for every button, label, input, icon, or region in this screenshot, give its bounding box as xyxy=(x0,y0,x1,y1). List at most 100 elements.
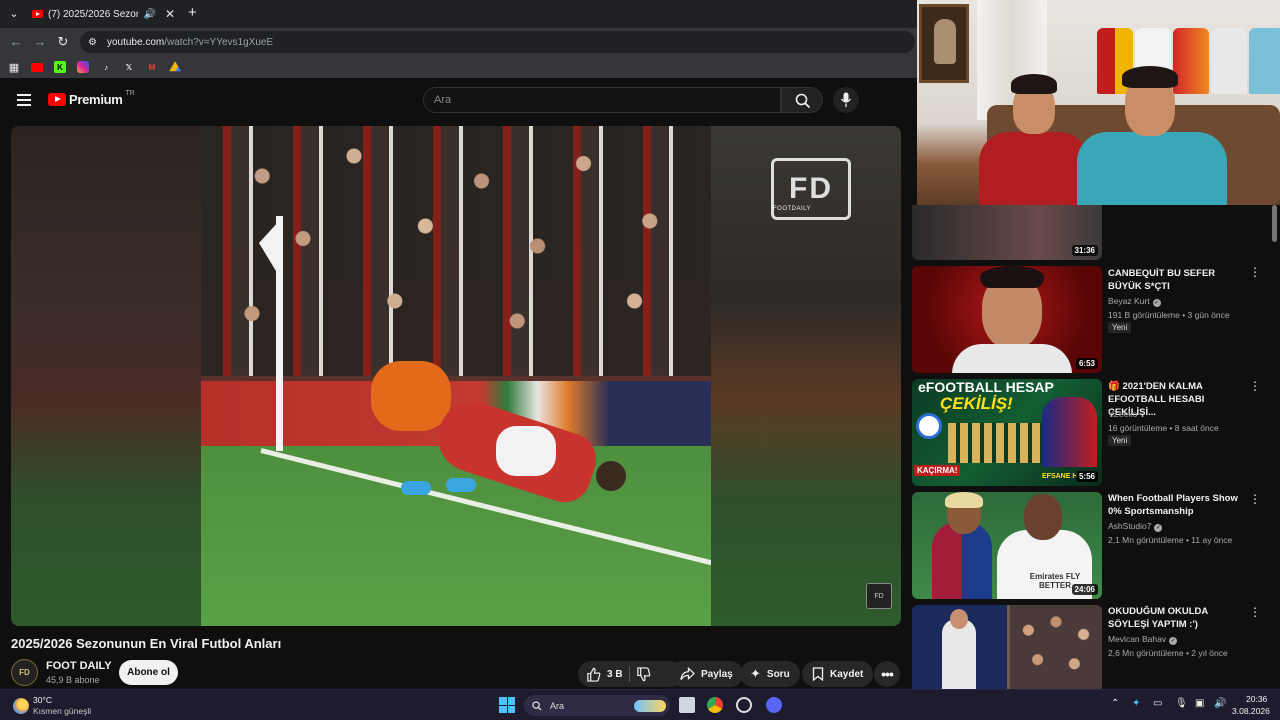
tray-overflow-icon[interactable]: ⌃ xyxy=(1111,698,1119,709)
recommendation-thumbnail[interactable] xyxy=(912,605,1102,689)
back-arrow-icon[interactable]: ← xyxy=(8,34,24,50)
search-input[interactable]: Ara xyxy=(423,87,781,113)
new-tab-button[interactable]: + xyxy=(188,4,197,21)
recommendation-channel[interactable]: YZeeko xyxy=(1108,409,1137,419)
recommendation-title[interactable]: CANBEQUİT BU SEFER BÜYÜK S*ÇTI xyxy=(1108,267,1243,293)
video-duration: 6:53 xyxy=(1075,358,1098,369)
browser-tab-strip: ⌄ (7) 2025/2026 Sezonunun E 🔊 ✕ + xyxy=(0,0,917,28)
search-icon xyxy=(532,700,542,711)
microphone-icon xyxy=(840,92,852,107)
search-highlight-icon xyxy=(634,699,666,712)
recommendation-channel[interactable]: Mevlcan Bahav ✓ xyxy=(1108,634,1178,645)
dislike-button[interactable] xyxy=(636,666,651,682)
player-shorts xyxy=(496,426,556,476)
speaker-icon[interactable]: 🔊 xyxy=(143,9,155,20)
player-boot xyxy=(446,478,476,492)
task-view-icon[interactable] xyxy=(679,697,695,713)
recommendation-channel[interactable]: AshStudio7 ✓ xyxy=(1108,521,1163,532)
address-bar-row: ← → ↻ ⚙ youtube.com/watch?v=YYevs1gXueE xyxy=(0,28,917,56)
recommendation-meta: 2,1 Mn görüntüleme • 11 ay önce xyxy=(1108,535,1233,545)
youtube-bookmark-icon[interactable] xyxy=(31,62,43,72)
search-button[interactable] xyxy=(781,87,823,113)
recommendation-meta: 16 görüntüleme • 8 saat önce xyxy=(1108,423,1219,433)
recommendation-thumbnail[interactable]: Emirates FLY BETTER 24:06 xyxy=(912,492,1102,599)
battery-icon[interactable]: ▭ xyxy=(1153,698,1162,709)
youtube-header: Premium TR Ara xyxy=(0,78,917,122)
more-vertical-icon[interactable]: ⋮ xyxy=(1249,493,1261,505)
recommendation-thumbnail[interactable]: 6:53 xyxy=(912,266,1102,373)
save-button[interactable]: Kaydet xyxy=(802,661,874,687)
more-vertical-icon[interactable]: ⋮ xyxy=(1249,266,1261,278)
thumbs-up-icon xyxy=(587,667,601,682)
channel-name[interactable]: FOOT DAILY xyxy=(46,660,112,672)
ask-button[interactable]: ✦ Soru xyxy=(740,661,800,687)
network-tray-icon[interactable]: ✦ xyxy=(1132,698,1140,709)
partly-sunny-icon[interactable] xyxy=(13,698,29,714)
framed-portrait xyxy=(919,4,969,83)
bookmarks-bar: ▦ K ♪ 𝕏 M xyxy=(0,56,917,78)
thumbnail-headline: eFOOTBALL HESAP xyxy=(918,379,1054,395)
video-frame xyxy=(201,126,711,626)
video-blur-left xyxy=(11,126,201,626)
apps-grid-icon[interactable]: ▦ xyxy=(8,61,20,74)
drive-bookmark-icon[interactable] xyxy=(169,61,181,72)
forward-arrow-icon[interactable]: → xyxy=(32,34,48,50)
recommendation-title[interactable]: OKUDUĞUM OKULDA SÖYLEŞİ YAPTIM :') xyxy=(1108,605,1243,631)
browser-tab[interactable]: (7) 2025/2026 Sezonunun E 🔊 ✕ xyxy=(26,3,181,25)
tab-search-icon[interactable]: ⌄ xyxy=(6,6,22,22)
site-info-icon[interactable]: ⚙ xyxy=(88,37,97,48)
video-player[interactable]: FD FOOTDAILY FD xyxy=(11,126,901,626)
volume-icon[interactable]: 🔊 xyxy=(1214,698,1226,709)
sidebar-scrollbar[interactable] xyxy=(1272,205,1277,242)
more-actions-button[interactable]: ••• xyxy=(874,661,900,687)
menu-icon[interactable] xyxy=(17,94,31,106)
weather-description[interactable]: Kısmen güneşli xyxy=(33,706,91,716)
discord-taskbar-icon[interactable] xyxy=(766,697,782,713)
search-icon xyxy=(795,93,811,109)
instagram-bookmark-icon[interactable] xyxy=(77,61,89,73)
taskbar-search[interactable]: Ara xyxy=(524,695,670,716)
start-button[interactable] xyxy=(499,697,515,713)
display-tray-icon[interactable]: ▣ xyxy=(1195,698,1204,709)
thumbnail-tag: KAÇIRMA! xyxy=(914,465,961,476)
football-pitch xyxy=(201,446,711,626)
close-tab-icon[interactable]: ✕ xyxy=(165,7,175,21)
webcam-overlay xyxy=(917,0,1280,205)
kick-bookmark-icon[interactable]: K xyxy=(54,61,66,73)
microphone-tray-icon[interactable]: 🎙 xyxy=(1175,698,1188,709)
video-duration: 24:06 xyxy=(1071,584,1098,595)
gmail-bookmark-icon[interactable]: M xyxy=(146,61,158,73)
recommendation-thumbnail[interactable]: 31:36 xyxy=(912,205,1102,260)
subscribe-button[interactable]: Abone ol xyxy=(119,660,178,685)
recommendation-title[interactable]: When Football Players Show 0% Sportsmans… xyxy=(1108,492,1243,518)
clock-date[interactable]: 3.08.2026 xyxy=(1232,706,1270,716)
more-vertical-icon[interactable]: ⋮ xyxy=(1249,606,1261,618)
footdaily-watermark-sub: FOOTDAILY xyxy=(773,206,812,212)
like-divider xyxy=(628,666,630,682)
verified-icon: ✓ xyxy=(1152,299,1161,307)
channel-branding-icon[interactable]: FD xyxy=(866,583,892,609)
weather-temperature[interactable]: 30°C xyxy=(33,695,52,705)
tab-title: (7) 2025/2026 Sezonunun E xyxy=(48,8,138,20)
youtube-premium-logo[interactable]: Premium TR xyxy=(48,90,135,107)
person-right xyxy=(1077,64,1227,205)
tiktok-bookmark-icon[interactable]: ♪ xyxy=(100,61,112,73)
url-field[interactable]: ⚙ youtube.com/watch?v=YYevs1gXueE xyxy=(80,31,915,53)
reload-icon[interactable]: ↻ xyxy=(55,34,71,50)
app-taskbar-icon[interactable] xyxy=(736,697,752,713)
recommendation-channel[interactable]: Beyaz Kurt ✓ xyxy=(1108,296,1161,307)
voice-search-button[interactable] xyxy=(833,87,859,113)
video-duration: 31:36 xyxy=(1071,245,1098,256)
share-icon xyxy=(680,667,695,681)
new-badge: Yeni xyxy=(1108,435,1132,446)
share-button[interactable]: Paylaş xyxy=(670,661,743,687)
like-button[interactable]: 3 B xyxy=(586,667,623,682)
channel-avatar[interactable]: FD xyxy=(11,659,38,686)
more-horizontal-icon: ••• xyxy=(881,666,894,682)
sparkle-icon: ✦ xyxy=(750,666,761,681)
more-vertical-icon[interactable]: ⋮ xyxy=(1249,380,1261,392)
x-bookmark-icon[interactable]: 𝕏 xyxy=(123,61,135,73)
clock-time[interactable]: 20:36 xyxy=(1246,694,1267,704)
chrome-taskbar-icon[interactable] xyxy=(707,697,723,713)
recommendation-thumbnail[interactable]: eFOOTBALL HESAP ÇEKİLİŞ! KAÇIRMA! EFSANE… xyxy=(912,379,1102,486)
